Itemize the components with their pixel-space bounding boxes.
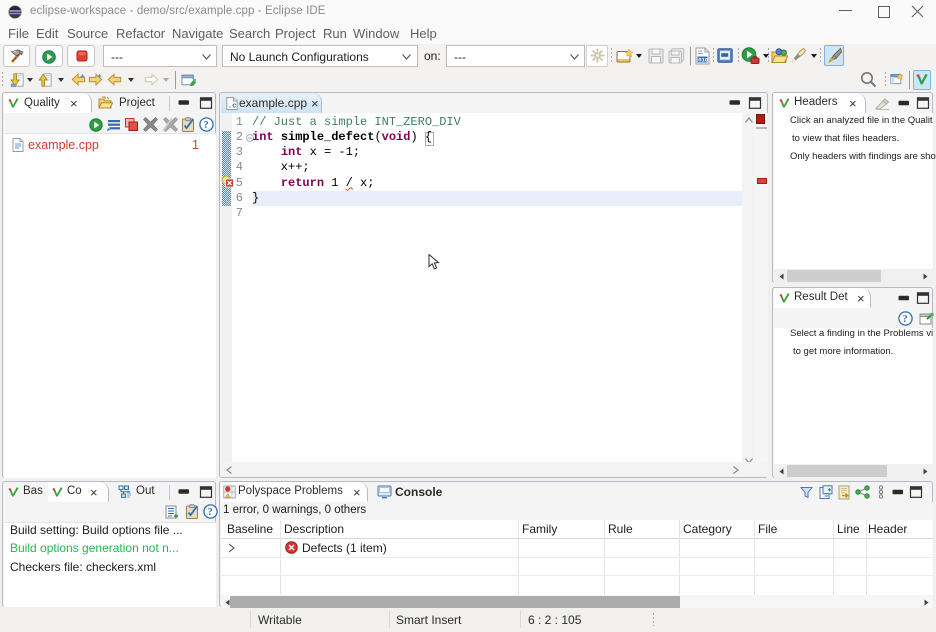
svg-text:?: ? [903,314,908,325]
svg-text:?: ? [204,120,209,131]
svg-text:.c: .c [228,103,238,111]
svg-text:?: ? [208,507,213,518]
svg-text:010: 010 [698,57,708,64]
